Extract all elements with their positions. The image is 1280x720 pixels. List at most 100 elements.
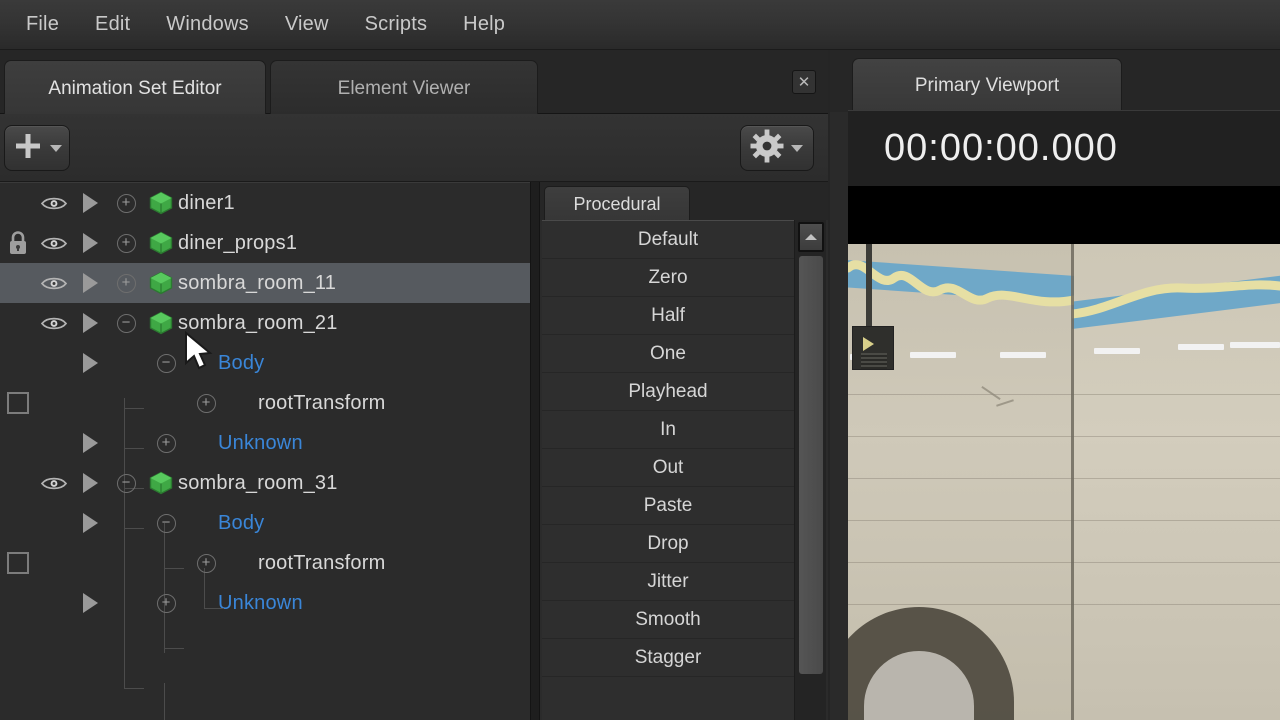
chevron-up-icon[interactable]	[798, 222, 824, 252]
menu-item-help[interactable]: Help	[445, 7, 523, 42]
expand-icon[interactable]: +	[196, 393, 216, 413]
tab-element-viewer[interactable]: Element Viewer	[270, 60, 538, 116]
tree-row-select-cell	[72, 433, 108, 453]
tree-row-label: Body	[218, 351, 265, 374]
tree-row[interactable]: − sombra_room_31	[0, 463, 530, 503]
menu-item-edit[interactable]: Edit	[77, 7, 148, 42]
cursor-arrow-icon[interactable]	[82, 513, 98, 533]
timecode-display[interactable]: 00:00:00.000	[884, 127, 1118, 170]
settings-button[interactable]	[740, 125, 814, 171]
procedural-list-item[interactable]: Out	[542, 449, 794, 487]
rendered-scene	[848, 244, 1280, 720]
procedural-list-item[interactable]: Zero	[542, 259, 794, 297]
tree-row-label: sombra_room_11	[178, 271, 337, 294]
eye-icon[interactable]	[41, 476, 67, 491]
procedural-list-item[interactable]: Default	[542, 221, 794, 259]
visibility-checkbox[interactable]	[7, 392, 29, 414]
tree-row-icon-cell	[144, 311, 178, 335]
cursor-arrow-icon[interactable]	[82, 353, 98, 373]
menu-item-windows[interactable]: Windows	[148, 7, 267, 42]
visibility-checkbox[interactable]	[7, 552, 29, 574]
tree-row-label: diner1	[178, 191, 235, 214]
cursor-arrow-icon[interactable]	[82, 593, 98, 613]
tree-row[interactable]: − Body	[0, 503, 530, 543]
green-cube-icon	[149, 191, 173, 215]
tree-row[interactable]: + rootTransform	[0, 543, 530, 583]
procedural-list-item[interactable]: Stagger	[542, 639, 794, 677]
scene-dash-mark	[1000, 352, 1046, 358]
procedural-list-item[interactable]: Half	[542, 297, 794, 335]
close-icon[interactable]: ✕	[792, 70, 816, 94]
tree-row[interactable]: + diner_props1	[0, 223, 530, 263]
menu-item-scripts[interactable]: Scripts	[347, 7, 446, 42]
viewport-render-area[interactable]	[848, 186, 1280, 720]
eye-icon[interactable]	[41, 276, 67, 291]
expand-icon[interactable]: +	[196, 553, 216, 573]
tree-row-select-cell	[72, 273, 108, 293]
procedural-scrollbar[interactable]	[794, 220, 826, 720]
lock-icon[interactable]	[7, 231, 29, 255]
tree-row-select-cell	[72, 473, 108, 493]
expand-icon[interactable]: +	[156, 433, 176, 453]
cursor-arrow-icon[interactable]	[82, 273, 98, 293]
tree-row-label: Unknown	[218, 431, 303, 454]
eye-icon[interactable]	[41, 196, 67, 211]
scrollbar-thumb[interactable]	[799, 256, 823, 674]
tree-row-select-cell	[72, 593, 108, 613]
cursor-arrow-icon[interactable]	[82, 433, 98, 453]
procedural-list-item[interactable]: One	[542, 335, 794, 373]
menu-bar: File Edit Windows View Scripts Help	[0, 0, 1280, 50]
tree-row-icon-cell	[144, 231, 178, 255]
expand-icon[interactable]: +	[116, 193, 136, 213]
gear-icon	[750, 129, 784, 168]
procedural-list-item[interactable]: Playhead	[542, 373, 794, 411]
cursor-arrow-icon[interactable]	[82, 313, 98, 333]
expand-icon[interactable]: +	[156, 593, 176, 613]
eye-icon[interactable]	[41, 316, 67, 331]
tree-row-select-cell	[72, 193, 108, 213]
tree-row-expander-cell: +	[108, 233, 144, 253]
tree-row-list: + diner1 + diner_props1 + sombra_room_11− somb…	[0, 183, 530, 623]
tree-row[interactable]: + diner1	[0, 183, 530, 223]
collapse-icon[interactable]: −	[116, 313, 136, 333]
tree-row[interactable]: + Unknown	[0, 423, 530, 463]
tree-row-select-cell	[72, 513, 108, 533]
tab-procedural[interactable]: Procedural	[544, 186, 690, 222]
menu-item-view[interactable]: View	[267, 7, 347, 42]
procedural-list-item[interactable]: Jitter	[542, 563, 794, 601]
expand-icon[interactable]: +	[116, 233, 136, 253]
tree-row-expander-cell: −	[108, 473, 144, 493]
procedural-list-item[interactable]: Smooth	[542, 601, 794, 639]
tab-animation-set-editor[interactable]: Animation Set Editor	[4, 60, 266, 116]
tree-row[interactable]: + sombra_room_11	[0, 263, 530, 303]
procedural-list-item[interactable]: Paste	[542, 487, 794, 525]
cursor-arrow-icon[interactable]	[82, 233, 98, 253]
chevron-down-icon[interactable]	[791, 144, 803, 152]
chevron-down-icon[interactable]	[50, 144, 62, 152]
panel-splitter[interactable]	[530, 182, 540, 720]
collapse-icon[interactable]: −	[156, 513, 176, 533]
close-icon-glyph: ✕	[797, 73, 811, 91]
menu-item-file[interactable]: File	[8, 7, 77, 42]
tree-row[interactable]: + rootTransform	[0, 383, 530, 423]
expand-icon[interactable]: +	[116, 273, 136, 293]
cursor-arrow-icon[interactable]	[82, 193, 98, 213]
procedural-list[interactable]: Default Zero Half One Playhead In Out Paste Drop…	[542, 220, 794, 720]
scene-dash-mark	[1230, 342, 1280, 348]
tree-row[interactable]: − Body	[0, 343, 530, 383]
eye-icon[interactable]	[41, 236, 67, 251]
procedural-list-item[interactable]: Drop	[542, 525, 794, 563]
green-cube-icon	[149, 231, 173, 255]
tree-row[interactable]: − sombra_room_21	[0, 303, 530, 343]
animation-set-tree[interactable]: + diner1 + diner_props1 + sombra_room_11− somb…	[0, 182, 530, 720]
cursor-arrow-icon[interactable]	[82, 473, 98, 493]
tab-primary-viewport[interactable]: Primary Viewport	[852, 58, 1122, 112]
scene-fixture-indicator	[863, 337, 874, 351]
collapse-icon[interactable]: −	[156, 353, 176, 373]
collapse-icon[interactable]: −	[116, 473, 136, 493]
tree-row-expander-cell: −	[108, 313, 144, 333]
add-button[interactable]	[4, 125, 70, 171]
tree-row[interactable]: + Unknown	[0, 583, 530, 623]
procedural-list-item[interactable]: In	[542, 411, 794, 449]
tree-row-expander-cell: +	[188, 553, 224, 573]
